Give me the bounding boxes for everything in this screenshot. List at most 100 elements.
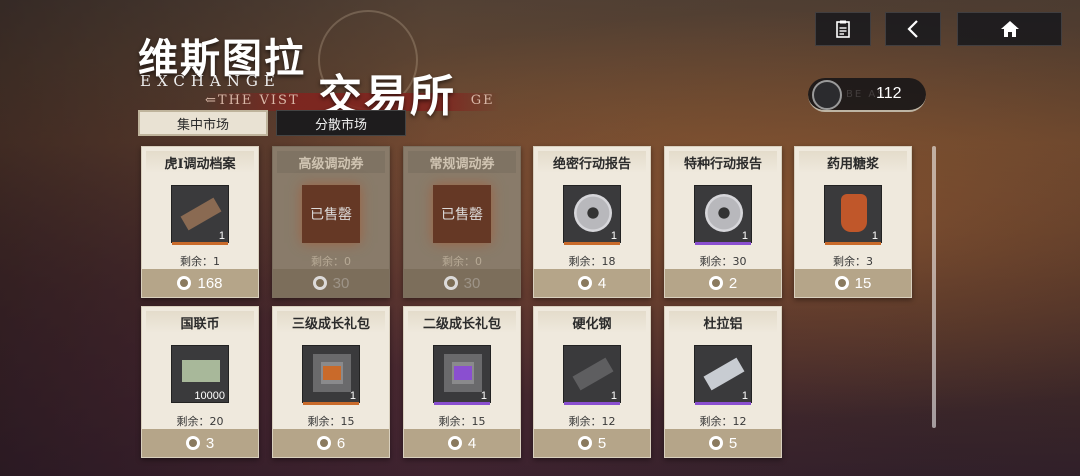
rarity-bar xyxy=(695,402,751,405)
price-button[interactable]: 15 xyxy=(795,269,911,297)
home-button[interactable] xyxy=(957,12,1062,46)
remaining-value: 18 xyxy=(601,255,616,268)
rarity-bar xyxy=(825,242,881,245)
item-icon-box: 1 xyxy=(433,345,491,405)
price-button[interactable]: 3 xyxy=(142,429,258,457)
subtitle-tail: GE xyxy=(470,93,495,108)
currency-coin-icon xyxy=(812,80,842,110)
item-quantity: 10000 xyxy=(194,390,225,402)
item-quantity: 1 xyxy=(480,390,487,402)
remaining-value: 15 xyxy=(340,415,355,428)
rarity-bar xyxy=(564,402,620,405)
remaining-label: 剩余： xyxy=(438,415,472,428)
price-value: 6 xyxy=(336,434,346,452)
rarity-bar xyxy=(695,242,751,245)
item-icon-box: 1 xyxy=(302,345,360,405)
currency-coin-icon xyxy=(577,436,592,450)
price-value: 5 xyxy=(597,434,607,452)
tab-scattered-market[interactable]: 分散市场 xyxy=(276,110,406,136)
remaining-value: 12 xyxy=(732,415,747,428)
remaining-value: 30 xyxy=(732,255,747,268)
item-icon-box: 1 xyxy=(563,345,621,405)
home-icon xyxy=(1000,21,1019,37)
price-value: 3 xyxy=(205,434,215,452)
remaining-stock: 剩余：15 xyxy=(273,413,389,429)
shop-item-card[interactable]: 二级成长礼包 1 剩余：15 4 xyxy=(403,306,521,458)
currency-coin-icon xyxy=(177,276,192,290)
remaining-label: 剩余： xyxy=(176,415,210,428)
price-button[interactable]: 6 xyxy=(273,429,389,457)
item-icon-box: 1 xyxy=(824,185,882,245)
sold-overlay xyxy=(273,147,389,297)
item-quantity: 1 xyxy=(610,230,617,242)
rarity-bar xyxy=(172,242,228,245)
remaining-stock: 剩余：20 xyxy=(142,413,258,429)
remaining-stock: 剩余：15 xyxy=(404,413,520,429)
item-quantity: 1 xyxy=(610,390,617,402)
shop-item-card[interactable]: 硬化钢 1 剩余：12 5 xyxy=(533,306,651,458)
shop-item-card[interactable]: 常规调动券 已售罄 剩余：0 30 xyxy=(403,146,521,298)
scrollbar[interactable] xyxy=(932,146,936,428)
price-button[interactable]: 5 xyxy=(534,429,650,457)
item-quantity: 1 xyxy=(349,390,356,402)
item-icon-box: 1 xyxy=(694,185,752,245)
task-list-button[interactable] xyxy=(815,12,871,46)
disc-icon xyxy=(705,194,743,232)
shop-item-card[interactable]: 特种行动报告 1 剩余：30 2 xyxy=(664,146,782,298)
currency-coin-icon xyxy=(708,276,723,290)
rarity-bar xyxy=(303,402,359,405)
shop-item-card[interactable]: 高级调动券 已售罄 剩余：0 30 xyxy=(272,146,390,298)
item-name: 国联币 xyxy=(180,317,220,332)
page-subtitle: ⇐THE VIST GE xyxy=(205,93,495,108)
chevron-left-icon xyxy=(907,20,918,38)
crate-icon xyxy=(444,354,482,392)
item-icon-box: 1 xyxy=(563,185,621,245)
currency-coin-icon xyxy=(708,436,723,450)
aluminum-pipe-icon xyxy=(703,357,745,391)
item-name: 药用糖浆 xyxy=(826,157,879,172)
item-name: 二级成长礼包 xyxy=(422,317,501,332)
item-icon-box: 10000 xyxy=(171,345,229,403)
item-quantity: 1 xyxy=(218,230,225,242)
document-icon xyxy=(180,197,222,231)
page-title-english: EXCHANGE xyxy=(140,72,281,90)
remaining-stock: 剩余：12 xyxy=(534,413,650,429)
shop-item-card[interactable]: 国联币 10000 剩余：20 3 xyxy=(141,306,259,458)
remaining-value: 20 xyxy=(209,415,224,428)
price-value: 2 xyxy=(728,274,738,292)
item-quantity: 1 xyxy=(871,230,878,242)
subtitle-text: ⇐THE VIST xyxy=(205,93,300,108)
price-value: 4 xyxy=(597,274,607,292)
remaining-stock: 剩余：12 xyxy=(665,413,781,429)
back-button[interactable] xyxy=(885,12,941,46)
currency-coin-icon xyxy=(577,276,592,290)
price-value: 4 xyxy=(467,434,477,452)
remaining-label: 剩余： xyxy=(568,255,602,268)
price-button[interactable]: 168 xyxy=(142,269,258,297)
item-name: 特种行动报告 xyxy=(683,157,762,172)
item-name: 杜拉铝 xyxy=(703,317,743,332)
shop-item-card[interactable]: 三级成长礼包 1 剩余：15 6 xyxy=(272,306,390,458)
price-button[interactable]: 4 xyxy=(404,429,520,457)
price-button[interactable]: 4 xyxy=(534,269,650,297)
tab-central-market[interactable]: 集中市场 xyxy=(138,110,268,136)
remaining-label: 剩余： xyxy=(699,255,733,268)
price-button[interactable]: 5 xyxy=(665,429,781,457)
crate-glow xyxy=(323,366,341,380)
rarity-bar xyxy=(434,402,490,405)
shop-item-card[interactable]: 杜拉铝 1 剩余：12 5 xyxy=(664,306,782,458)
price-button[interactable]: 2 xyxy=(665,269,781,297)
remaining-value: 3 xyxy=(866,255,873,268)
price-value: 5 xyxy=(728,434,738,452)
item-name: 硬化钢 xyxy=(572,317,612,332)
rarity-bar xyxy=(564,242,620,245)
remaining-label: 剩余： xyxy=(568,415,602,428)
remaining-label: 剩余： xyxy=(833,255,866,268)
currency-value: 112 xyxy=(876,85,902,102)
shop-item-card[interactable]: 药用糖浆 1 剩余：3 15 xyxy=(794,146,912,298)
shop-item-card[interactable]: 绝密行动报告 1 剩余：18 4 xyxy=(533,146,651,298)
remaining-value: 15 xyxy=(471,415,486,428)
banknote-icon xyxy=(182,360,220,382)
remaining-stock: 剩余：1 xyxy=(142,253,258,269)
shop-item-card[interactable]: 虎Ⅰ调动档案 1 剩余：1 168 xyxy=(141,146,259,298)
